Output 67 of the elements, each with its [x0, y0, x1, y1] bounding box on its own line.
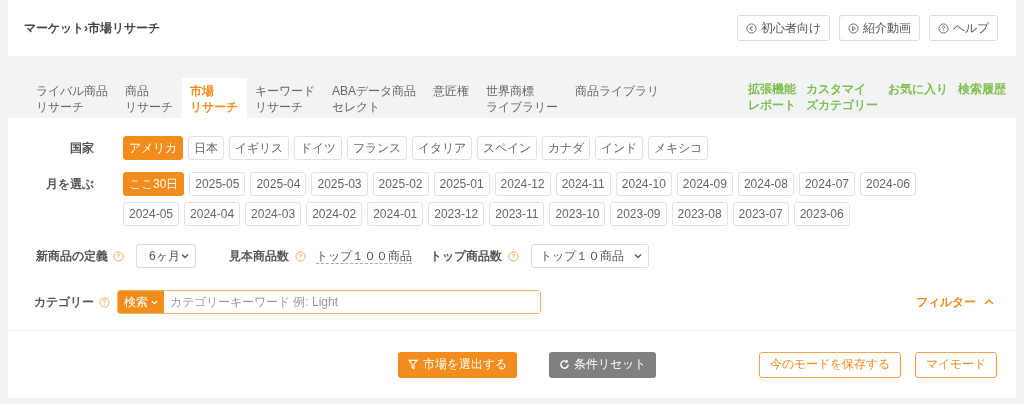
tab[interactable]: 世界商標 ライブラリー	[478, 78, 567, 118]
field-label: カテゴリー	[33, 294, 94, 311]
month-option[interactable]: 2025-05	[189, 172, 246, 196]
field-label: トップ商品数	[430, 247, 502, 265]
caret-icon	[151, 299, 158, 305]
help-icon	[938, 22, 949, 34]
country-option[interactable]: ドイツ	[294, 136, 342, 160]
reset-button[interactable]: 条件リセット	[549, 351, 656, 378]
month-option[interactable]: 2024-05	[123, 202, 180, 226]
month-option[interactable]: 2023-08	[671, 202, 728, 226]
help-icon[interactable]	[295, 250, 306, 262]
country-option[interactable]: スペイン	[477, 136, 537, 160]
period-select[interactable]: 6ヶ月	[136, 244, 196, 268]
tab[interactable]: ABAデータ商品 セレクト	[324, 78, 425, 118]
tab[interactable]: 意匠権	[425, 78, 478, 118]
header-button[interactable]: 初心者向け	[737, 15, 830, 41]
play-icon	[848, 22, 859, 34]
tab[interactable]: ライバル商品 リサーチ	[28, 78, 117, 118]
field-label: 新商品の定義	[35, 248, 108, 265]
month-option[interactable]: 2024-06	[860, 172, 917, 196]
month-option[interactable]: 2023-09	[610, 202, 667, 226]
caret-icon	[634, 253, 642, 259]
month-option[interactable]: 2024-01	[367, 202, 424, 226]
month-option[interactable]: 2024-11	[555, 172, 611, 196]
month-option[interactable]: 2024-08	[737, 172, 794, 196]
month-option[interactable]: 2024-12	[494, 172, 551, 196]
refresh-icon	[559, 359, 570, 370]
caret-icon	[181, 253, 189, 259]
country-option[interactable]: カナダ	[542, 136, 590, 160]
month-option[interactable]: 2025-01	[433, 172, 490, 196]
month-option[interactable]: 2023-06	[793, 202, 850, 226]
tab[interactable]: キーワード リサーチ	[247, 78, 324, 118]
header-button[interactable]: ヘルプ	[929, 15, 998, 41]
country-option[interactable]: インド	[595, 136, 643, 160]
month-option[interactable]: 2024-10	[615, 172, 672, 196]
field-label: 月を選ぶ	[45, 176, 94, 193]
month-option[interactable]: 2024-09	[676, 172, 733, 196]
breadcrumb: マーケット›市場リサーチ	[24, 19, 160, 37]
country-option[interactable]: メキシコ	[648, 136, 708, 160]
month-option[interactable]: 2023-10	[549, 202, 606, 226]
country-option[interactable]: フランス	[347, 136, 407, 160]
month-option[interactable]: 2024-02	[306, 202, 363, 226]
country-option[interactable]: イギリス	[229, 136, 289, 160]
month-option[interactable]: 2025-02	[372, 172, 429, 196]
top-count-select[interactable]: トップ１０商品	[531, 244, 649, 268]
help-icon[interactable]	[508, 250, 519, 262]
month-option[interactable]: 2025-04	[250, 172, 307, 196]
filter-icon	[408, 359, 419, 370]
help-icon[interactable]	[113, 250, 124, 262]
chevron-up-icon	[984, 299, 994, 305]
help-icon[interactable]	[99, 296, 110, 308]
tab[interactable]: 商品 リサーチ	[117, 78, 182, 118]
field-label: 見本商品数	[229, 247, 289, 265]
field-label: 国家	[69, 140, 94, 157]
month-option[interactable]: 2024-03	[245, 202, 302, 226]
month-option[interactable]: 2023-12	[428, 202, 485, 226]
header-button[interactable]: 紹介動画	[839, 15, 920, 41]
country-option[interactable]: イタリア	[412, 136, 472, 160]
country-option[interactable]: 日本	[188, 136, 224, 160]
month-option[interactable]: 2023-07	[732, 202, 789, 226]
month-option[interactable]: 2024-07	[798, 172, 855, 196]
month-option[interactable]: 2023-11	[489, 202, 545, 226]
tab[interactable]: 商品ライブラリ	[567, 78, 668, 118]
month-option[interactable]: 2024-04	[184, 202, 241, 226]
sample-count-value[interactable]: トップ１００商品	[316, 248, 412, 264]
month-option[interactable]: 2025-03	[311, 172, 368, 196]
back-icon	[746, 22, 757, 34]
